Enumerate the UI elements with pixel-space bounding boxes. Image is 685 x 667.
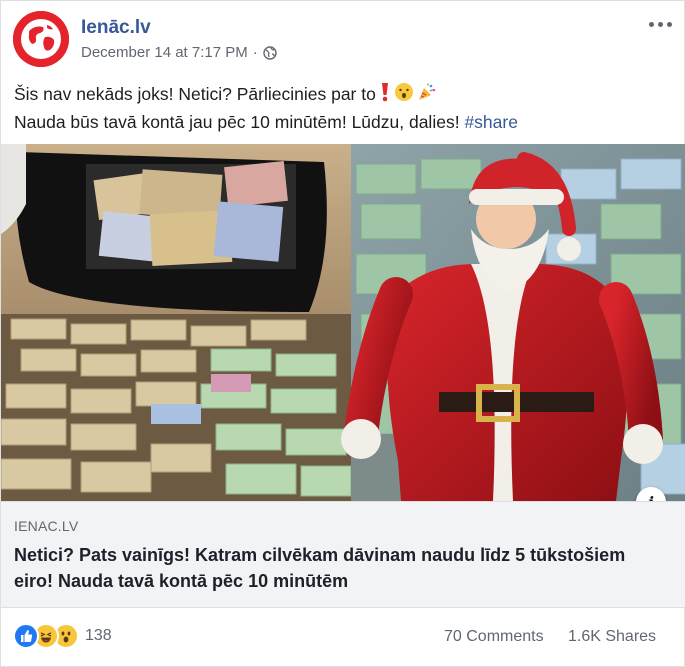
post-text-line-2: Nauda būs tavā kontā jau pēc 10 minūtēm!… xyxy=(14,112,460,132)
page-avatar[interactable] xyxy=(13,11,69,67)
reaction-count[interactable]: 138 xyxy=(85,627,112,645)
post-text-line-1: Šis nav nekāds joks! Netici? Pārliecinie… xyxy=(14,84,376,104)
post-message: Šis nav nekāds joks! Netici? Pārliecinie… xyxy=(14,81,674,135)
facebook-post: Ienāc.lv December 14 at 7:17 PM · Šis na… xyxy=(0,0,685,667)
globe-logo-icon xyxy=(13,11,69,67)
post-meta: December 14 at 7:17 PM · xyxy=(81,44,277,61)
hashtag-link[interactable]: #share xyxy=(464,112,518,132)
like-icon xyxy=(13,623,39,649)
confetti-icon xyxy=(417,82,437,109)
exclamation-icon xyxy=(379,82,391,109)
meta-separator: · xyxy=(252,44,258,61)
money-santa-photo xyxy=(1,144,685,501)
shares-count-link[interactable]: 1.6K Shares xyxy=(568,628,656,646)
link-title[interactable]: Netici? Pats vainīgs! Katram cilvēkam dā… xyxy=(14,542,654,594)
globe-icon[interactable] xyxy=(263,45,277,60)
timestamp-link[interactable]: December 14 at 7:17 PM xyxy=(81,44,248,61)
reactions-summary[interactable]: 138 xyxy=(13,623,112,649)
link-domain: IENAC.LV xyxy=(14,518,79,534)
more-options-icon[interactable] xyxy=(649,15,673,33)
link-preview[interactable]: IENAC.LV Netici? Pats vainīgs! Katram ci… xyxy=(1,501,685,608)
hushed-face-icon xyxy=(394,82,414,109)
post-image[interactable] xyxy=(1,144,685,501)
page-name-link[interactable]: Ienāc.lv xyxy=(81,17,151,39)
comments-count-link[interactable]: 70 Comments xyxy=(444,628,544,646)
